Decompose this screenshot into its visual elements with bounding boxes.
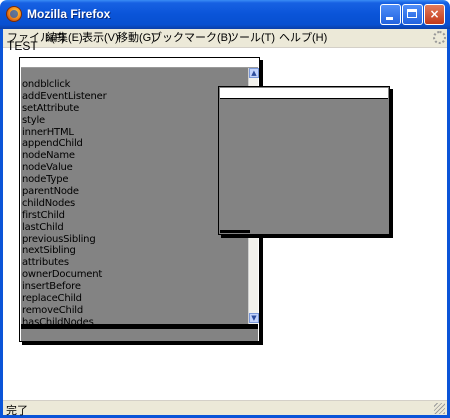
minimize-icon [386, 17, 393, 20]
minimize-button[interactable] [380, 4, 401, 25]
listbox-list: ondblclick addEventListener setAttribute st… [21, 79, 107, 324]
listbox-items[interactable]: ondblclick addEventListener setAttribute st… [21, 68, 248, 324]
menu-bookmarks[interactable]: ブックマーク(B) [151, 31, 232, 45]
floating-panel[interactable] [218, 86, 390, 235]
scroll-down-icon[interactable]: ▼ [249, 313, 259, 323]
list-item[interactable]: previousSibling [21, 234, 107, 246]
list-item[interactable]: appendChild [21, 138, 107, 150]
list-item[interactable]: ondblclick [21, 79, 107, 91]
listbox-header [21, 59, 258, 68]
listbox-footer [21, 329, 258, 341]
list-item[interactable]: nodeName [21, 150, 107, 162]
window-title: Mozilla Firefox [27, 7, 111, 21]
maximize-icon [407, 9, 417, 18]
menu-help[interactable]: ヘルプ(H) [279, 31, 327, 45]
list-item[interactable]: lastChild [21, 222, 107, 234]
list-item[interactable]: ownerDocument [21, 269, 107, 281]
scroll-up-icon[interactable]: ▲ [249, 68, 259, 78]
list-item[interactable]: nodeType [21, 174, 107, 186]
list-item[interactable]: replaceChild [21, 293, 107, 305]
title-bar[interactable]: Mozilla Firefox × [0, 0, 450, 29]
menu-bar: ファイル(F) 編集(E) 表示(V) 移動(G) ブックマーク(B) ツール(… [3, 29, 447, 48]
floating-panel-bottom-bar [220, 230, 250, 233]
firefox-icon [6, 6, 22, 22]
resize-grip-icon[interactable] [434, 403, 445, 414]
list-item[interactable]: nodeValue [21, 162, 107, 174]
menu-tools[interactable]: ツール(T) [228, 31, 275, 45]
list-item[interactable]: childNodes [21, 198, 107, 210]
close-icon: × [429, 7, 440, 21]
menu-edit[interactable]: 編集(E) [46, 31, 83, 45]
status-text: 完了 [6, 405, 28, 417]
list-item[interactable]: addEventListener [21, 91, 107, 103]
throbber-icon [433, 31, 446, 44]
page-heading: TEST [7, 39, 38, 53]
close-button[interactable]: × [424, 4, 445, 25]
list-item[interactable]: nextSibling [21, 245, 107, 257]
list-item[interactable]: attributes [21, 257, 107, 269]
list-item[interactable]: innerHTML [21, 127, 107, 139]
menu-view[interactable]: 表示(V) [82, 31, 119, 45]
status-bar: 完了 [3, 400, 447, 417]
list-item[interactable]: insertBefore [21, 281, 107, 293]
list-item[interactable]: style [21, 115, 107, 127]
list-item[interactable]: firstChild [21, 210, 107, 222]
list-item[interactable]: setAttribute [21, 103, 107, 115]
list-item[interactable]: removeChild [21, 305, 107, 317]
list-item[interactable]: parentNode [21, 186, 107, 198]
floating-panel-header[interactable] [220, 88, 388, 99]
menu-go[interactable]: 移動(G) [117, 31, 155, 45]
maximize-button[interactable] [402, 4, 423, 25]
list-item[interactable]: hasChildNodes [21, 317, 107, 324]
